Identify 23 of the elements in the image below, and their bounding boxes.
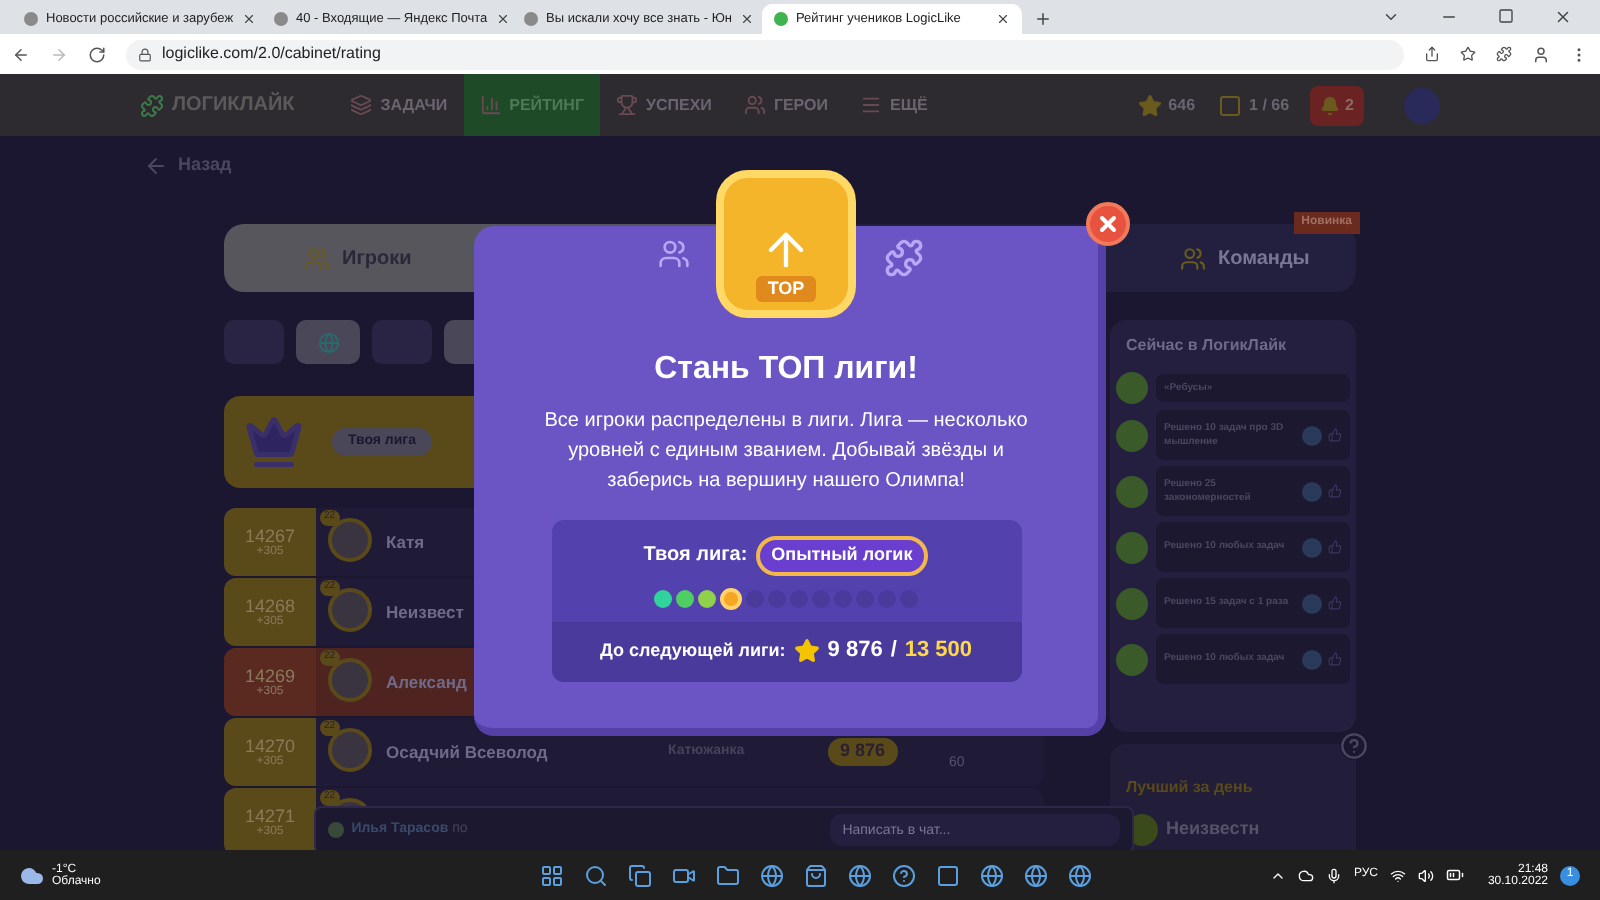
player-name: Осадчий Всеволод xyxy=(386,739,550,765)
player-name: Александ xyxy=(386,669,469,695)
modal-text: Все игроки распределены в лиги. Лига — несколько уровней с единым званием. Добывай звёзды и заберись на вершину нашего Олимпа! xyxy=(542,408,1030,496)
separator-text: / xyxy=(890,636,897,667)
stars-count: 646 xyxy=(1168,93,1196,117)
player-name: Катя xyxy=(386,529,427,555)
current-stars: 9 876 xyxy=(827,636,883,667)
player-name: Неизвест xyxy=(386,599,466,625)
progress-count: 1 / 66 xyxy=(1249,93,1290,117)
rank-number: 14268 xyxy=(244,597,296,615)
league-badge: Опытный логик xyxy=(755,536,929,575)
target-stars: 13 500 xyxy=(904,636,973,667)
rank-number: 14267 xyxy=(244,527,296,545)
rank-number: 14269 xyxy=(244,667,296,685)
next-league-label: До следующей лиги: xyxy=(599,637,786,664)
modal-title: Стань ТОП лиги! xyxy=(654,350,918,390)
panel-title: Сейчас в ЛогикЛайк xyxy=(1124,334,1288,358)
top-badge-drawing: TOP xyxy=(716,170,856,318)
rank-number: 14271 xyxy=(244,807,296,825)
league-label: Твоя лига: xyxy=(643,542,748,571)
panel-title: Лучший за день xyxy=(1126,778,1253,796)
url-text: logiclike.com/2.0/cabinet/rating xyxy=(162,42,381,66)
rank-number: 14270 xyxy=(244,737,296,755)
